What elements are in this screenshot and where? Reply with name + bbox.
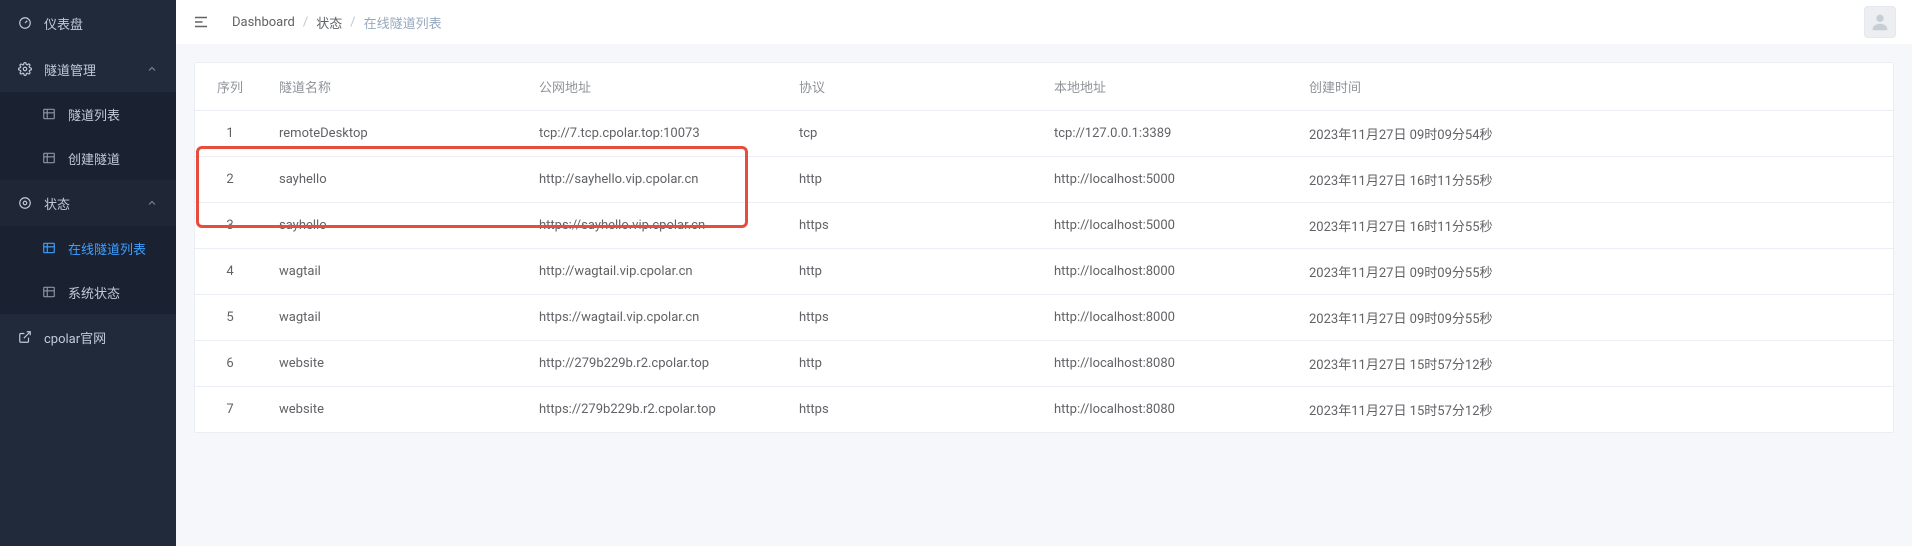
table-row: 2 sayhello http://sayhello.vip.cpolar.cn… — [195, 157, 1893, 203]
sidebar-label: 系统状态 — [68, 283, 120, 302]
breadcrumb-sep: / — [303, 15, 308, 30]
cell-local: http://localhost:8080 — [1040, 341, 1295, 387]
table-row: 3 sayhello https://sayhello.vip.cpolar.c… — [195, 203, 1893, 249]
cell-seq: 6 — [195, 341, 265, 387]
main-area: Dashboard / 状态 / 在线隧道列表 序列 隧道名称 公网地址 — [176, 0, 1912, 546]
cell-url: tcp://7.tcp.cpolar.top:10073 — [525, 111, 785, 157]
dashboard-icon — [18, 16, 32, 30]
breadcrumb-current: 在线隧道列表 — [364, 13, 442, 32]
col-created: 创建时间 — [1295, 63, 1893, 111]
cell-proto: http — [785, 341, 1040, 387]
sidebar-item-tunnel-mgmt[interactable]: 隧道管理 — [0, 46, 176, 92]
sidebar-label: 仪表盘 — [44, 14, 83, 33]
chevron-up-icon — [146, 63, 158, 75]
cell-name: sayhello — [265, 157, 525, 203]
sidebar-label: 创建隧道 — [68, 149, 120, 168]
cell-seq: 4 — [195, 249, 265, 295]
col-name: 隧道名称 — [265, 63, 525, 111]
cell-name: remoteDesktop — [265, 111, 525, 157]
col-proto: 协议 — [785, 63, 1040, 111]
sidebar-label: 状态 — [44, 194, 70, 213]
cell-created: 2023年11月27日 09时09分55秒 — [1295, 249, 1893, 295]
breadcrumb: Dashboard / 状态 / 在线隧道列表 — [232, 13, 442, 32]
status-icon — [18, 196, 32, 210]
cell-created: 2023年11月27日 16时11分55秒 — [1295, 157, 1893, 203]
sidebar-item-tunnel-list[interactable]: 隧道列表 — [0, 92, 176, 136]
cell-seq: 7 — [195, 387, 265, 433]
col-url: 公网地址 — [525, 63, 785, 111]
tunnel-table: 序列 隧道名称 公网地址 协议 本地地址 创建时间 1 remoteDeskto… — [195, 63, 1893, 432]
cell-seq: 2 — [195, 157, 265, 203]
cell-local: http://localhost:8080 — [1040, 387, 1295, 433]
cell-url: http://279b229b.r2.cpolar.top — [525, 341, 785, 387]
cell-url: http://sayhello.vip.cpolar.cn — [525, 157, 785, 203]
cell-created: 2023年11月27日 15时57分12秒 — [1295, 341, 1893, 387]
breadcrumb-item[interactable]: Dashboard — [232, 15, 295, 30]
col-seq: 序列 — [195, 63, 265, 111]
breadcrumb-sep: / — [350, 15, 355, 30]
gear-icon — [18, 62, 32, 76]
cell-proto: https — [785, 295, 1040, 341]
cell-proto: tcp — [785, 111, 1040, 157]
avatar[interactable] — [1864, 6, 1896, 38]
cell-created: 2023年11月27日 09时09分54秒 — [1295, 111, 1893, 157]
sidebar-label: cpolar官网 — [44, 328, 106, 347]
cell-created: 2023年11月27日 15时57分12秒 — [1295, 387, 1893, 433]
cell-local: http://localhost:8000 — [1040, 295, 1295, 341]
menu-toggle-icon[interactable] — [192, 13, 210, 31]
cell-seq: 1 — [195, 111, 265, 157]
sidebar-item-dashboard[interactable]: 仪表盘 — [0, 0, 176, 46]
sidebar-item-online-tunnels[interactable]: 在线隧道列表 — [0, 226, 176, 270]
table-header-row: 序列 隧道名称 公网地址 协议 本地地址 创建时间 — [195, 63, 1893, 111]
table-icon — [42, 241, 56, 255]
chevron-up-icon — [146, 197, 158, 209]
table-row: 5 wagtail https://wagtail.vip.cpolar.cn … — [195, 295, 1893, 341]
sidebar-item-official[interactable]: cpolar官网 — [0, 314, 176, 360]
sidebar-label: 隧道列表 — [68, 105, 120, 124]
cell-seq: 3 — [195, 203, 265, 249]
cell-local: http://localhost:5000 — [1040, 203, 1295, 249]
sidebar-label: 在线隧道列表 — [68, 239, 146, 258]
sidebar-item-status[interactable]: 状态 — [0, 180, 176, 226]
cell-seq: 5 — [195, 295, 265, 341]
cell-proto: http — [785, 157, 1040, 203]
table-icon — [42, 151, 56, 165]
col-local: 本地地址 — [1040, 63, 1295, 111]
external-link-icon — [18, 330, 32, 344]
cell-name: wagtail — [265, 295, 525, 341]
cell-url: https://279b229b.r2.cpolar.top — [525, 387, 785, 433]
cell-url: http://wagtail.vip.cpolar.cn — [525, 249, 785, 295]
sidebar-item-create-tunnel[interactable]: 创建隧道 — [0, 136, 176, 180]
table-icon — [42, 285, 56, 299]
table-row: 7 website https://279b229b.r2.cpolar.top… — [195, 387, 1893, 433]
sidebar: 仪表盘 隧道管理 隧道列表 — [0, 0, 176, 546]
cell-name: wagtail — [265, 249, 525, 295]
cell-name: sayhello — [265, 203, 525, 249]
sidebar-label: 隧道管理 — [44, 60, 96, 79]
tunnel-table-card: 序列 隧道名称 公网地址 协议 本地地址 创建时间 1 remoteDeskto… — [194, 62, 1894, 433]
cell-proto: http — [785, 249, 1040, 295]
table-row: 4 wagtail http://wagtail.vip.cpolar.cn h… — [195, 249, 1893, 295]
cell-url: https://sayhello.vip.cpolar.cn — [525, 203, 785, 249]
cell-proto: https — [785, 387, 1040, 433]
table-row: 6 website http://279b229b.r2.cpolar.top … — [195, 341, 1893, 387]
sidebar-item-system-status[interactable]: 系统状态 — [0, 270, 176, 314]
cell-name: website — [265, 387, 525, 433]
cell-created: 2023年11月27日 16时11分55秒 — [1295, 203, 1893, 249]
breadcrumb-item[interactable]: 状态 — [316, 13, 342, 32]
cell-name: website — [265, 341, 525, 387]
cell-created: 2023年11月27日 09时09分55秒 — [1295, 295, 1893, 341]
table-icon — [42, 107, 56, 121]
table-row: 1 remoteDesktop tcp://7.tcp.cpolar.top:1… — [195, 111, 1893, 157]
cell-local: tcp://127.0.0.1:3389 — [1040, 111, 1295, 157]
cell-url: https://wagtail.vip.cpolar.cn — [525, 295, 785, 341]
topbar: Dashboard / 状态 / 在线隧道列表 — [176, 0, 1912, 44]
cell-proto: https — [785, 203, 1040, 249]
cell-local: http://localhost:8000 — [1040, 249, 1295, 295]
cell-local: http://localhost:5000 — [1040, 157, 1295, 203]
